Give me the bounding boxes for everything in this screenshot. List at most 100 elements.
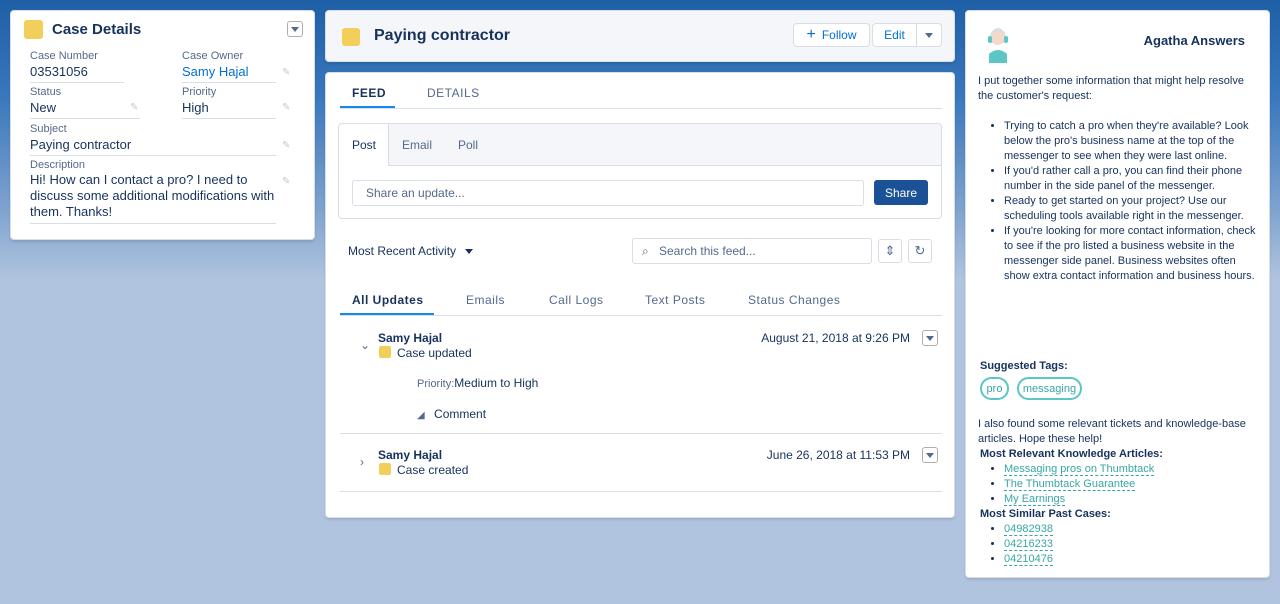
case-icon	[379, 463, 391, 475]
case-link[interactable]: 04210476	[1004, 553, 1053, 566]
filter-icon: ⇕	[884, 243, 896, 258]
case-owner-label: Case Owner	[182, 50, 244, 62]
tab-all-updates[interactable]: All Updates	[352, 293, 424, 307]
feed-item-author[interactable]: Samy Hajal	[378, 331, 442, 345]
edit-button[interactable]: Edit	[872, 23, 917, 47]
refresh-button[interactable]: ↻	[908, 239, 932, 263]
feed-item-date[interactable]: August 21, 2018 at 9:26 PM	[716, 331, 910, 345]
suggested-tags-heading: Suggested Tags:	[980, 360, 1068, 372]
feed-item-divider	[340, 433, 942, 434]
priority-label: Priority	[182, 86, 217, 98]
case-item: 04216233	[1004, 537, 1053, 552]
case-number-label: Case Number	[30, 50, 98, 62]
priority-value: High	[182, 99, 276, 119]
article-link[interactable]: Messaging pros on Thumbtack	[1004, 463, 1155, 476]
case-owner-field: Case Owner Samy Hajal	[182, 50, 276, 83]
tab-emails[interactable]: Emails	[466, 293, 505, 307]
case-details-menu-button[interactable]	[287, 21, 303, 37]
feed-search-input[interactable]: ⌕ Search this feed...	[632, 238, 872, 264]
feed-item-divider	[340, 491, 942, 492]
case-icon	[24, 20, 43, 39]
description-label: Description	[30, 159, 86, 171]
edit-pencil-icon[interactable]: ✎	[130, 103, 140, 113]
agatha-intro: I put together some information that mig…	[978, 75, 1244, 102]
chevron-down-icon	[926, 335, 934, 341]
field-change-value: Medium to High	[454, 376, 539, 390]
description-field: Description Hi! How can I contact a pro?…	[30, 159, 276, 224]
subject-field: Subject Paying contractor	[30, 123, 276, 156]
cases-heading: Most Similar Past Cases:	[980, 508, 1111, 520]
case-item: 04210476	[1004, 552, 1053, 567]
tab-status-changes[interactable]: Status Changes	[748, 293, 840, 307]
feed-item-date[interactable]: June 26, 2018 at 11:53 PM	[716, 448, 910, 462]
comment-button[interactable]: ◢ Comment	[417, 407, 486, 421]
feed-item-action: Case created	[397, 463, 469, 477]
collapse-chevron-icon[interactable]: ⌄	[360, 338, 370, 352]
edit-pencil-icon[interactable]: ✎	[282, 103, 292, 113]
header-more-button[interactable]	[916, 23, 942, 47]
feed-card: FEED DETAILS Post Email Poll Share an up…	[325, 72, 955, 518]
feed-item-menu-button[interactable]	[922, 447, 938, 463]
share-button[interactable]: Share	[874, 180, 928, 205]
search-icon: ⌕	[642, 244, 649, 258]
articles-list: Messaging pros on Thumbtack The Thumbtac…	[980, 462, 1155, 507]
status-field: Status New	[30, 86, 140, 119]
status-value: New	[30, 99, 140, 119]
refresh-icon: ↻	[914, 243, 926, 258]
agatha-avatar	[988, 28, 1008, 63]
edit-pencil-icon[interactable]: ✎	[282, 68, 292, 78]
sort-dropdown[interactable]: Most Recent Activity	[348, 244, 474, 258]
case-icon	[342, 28, 360, 46]
chevron-down-icon	[925, 32, 933, 38]
record-header: Paying contractor + Follow Edit	[325, 10, 955, 62]
case-link[interactable]: 04982938	[1004, 523, 1053, 536]
sort-label: Most Recent Activity	[348, 244, 457, 258]
field-change: Priority:Medium to High	[417, 376, 538, 390]
case-details-title: Case Details	[52, 21, 142, 38]
cases-list: 04982938 04216233 04210476	[980, 522, 1053, 567]
tag-messaging[interactable]: messaging	[1017, 377, 1082, 400]
feed-item-menu-button[interactable]	[922, 330, 938, 346]
case-number-field: Case Number 03531056	[30, 50, 124, 83]
edit-pencil-icon[interactable]: ✎	[282, 177, 292, 187]
subject-value: Paying contractor	[30, 136, 276, 156]
case-number-value: 03531056	[30, 63, 124, 83]
follow-button[interactable]: + Follow	[793, 23, 870, 47]
tab-email[interactable]: Email	[402, 138, 432, 152]
tab-poll[interactable]: Poll	[458, 138, 478, 152]
feed-item-author[interactable]: Samy Hajal	[378, 448, 442, 462]
expand-chevron-icon[interactable]: ›	[360, 455, 364, 469]
feed-item-action: Case updated	[397, 346, 472, 360]
follow-label: Follow	[821, 28, 857, 42]
tabs-divider	[340, 108, 942, 109]
agatha-title: Agatha Answers	[1143, 33, 1245, 48]
case-link[interactable]: 04216233	[1004, 538, 1053, 551]
tips-list: Trying to catch a pro when they're avail…	[990, 119, 1260, 284]
article-link[interactable]: The Thumbtack Guarantee	[1004, 478, 1136, 491]
tab-details[interactable]: DETAILS	[427, 86, 480, 100]
feed-search-placeholder: Search this feed...	[659, 244, 756, 258]
filter-button[interactable]: ⇕	[878, 239, 902, 263]
case-item: 04982938	[1004, 522, 1053, 537]
tab-text-posts[interactable]: Text Posts	[645, 293, 705, 307]
article-link[interactable]: My Earnings	[1004, 493, 1066, 506]
publisher: Post Email Poll Share an update... Share	[338, 123, 942, 219]
article-item: My Earnings	[1004, 492, 1154, 507]
tab-feed[interactable]: FEED	[352, 86, 386, 100]
priority-field: Priority High	[182, 86, 276, 119]
case-owner-link[interactable]: Samy Hajal	[182, 63, 276, 83]
tab-post[interactable]: Post	[352, 138, 376, 152]
case-icon	[379, 346, 391, 358]
chevron-down-icon	[291, 26, 299, 32]
tab-call-logs[interactable]: Call Logs	[549, 293, 604, 307]
record-title: Paying contractor	[374, 27, 511, 44]
agatha-found-text: I also found some relevant tickets and k…	[978, 418, 1246, 445]
comment-icon: ◢	[417, 410, 425, 421]
edit-pencil-icon[interactable]: ✎	[282, 141, 292, 151]
case-details-card: Case Details Case Number 03531056 Case O…	[10, 10, 315, 240]
status-label: Status	[30, 86, 62, 98]
tag-pro[interactable]: pro	[980, 377, 1009, 400]
article-item: The Thumbtack Guarantee	[1004, 477, 1154, 492]
share-update-input[interactable]: Share an update...	[352, 180, 864, 206]
chevron-down-icon	[926, 452, 934, 458]
